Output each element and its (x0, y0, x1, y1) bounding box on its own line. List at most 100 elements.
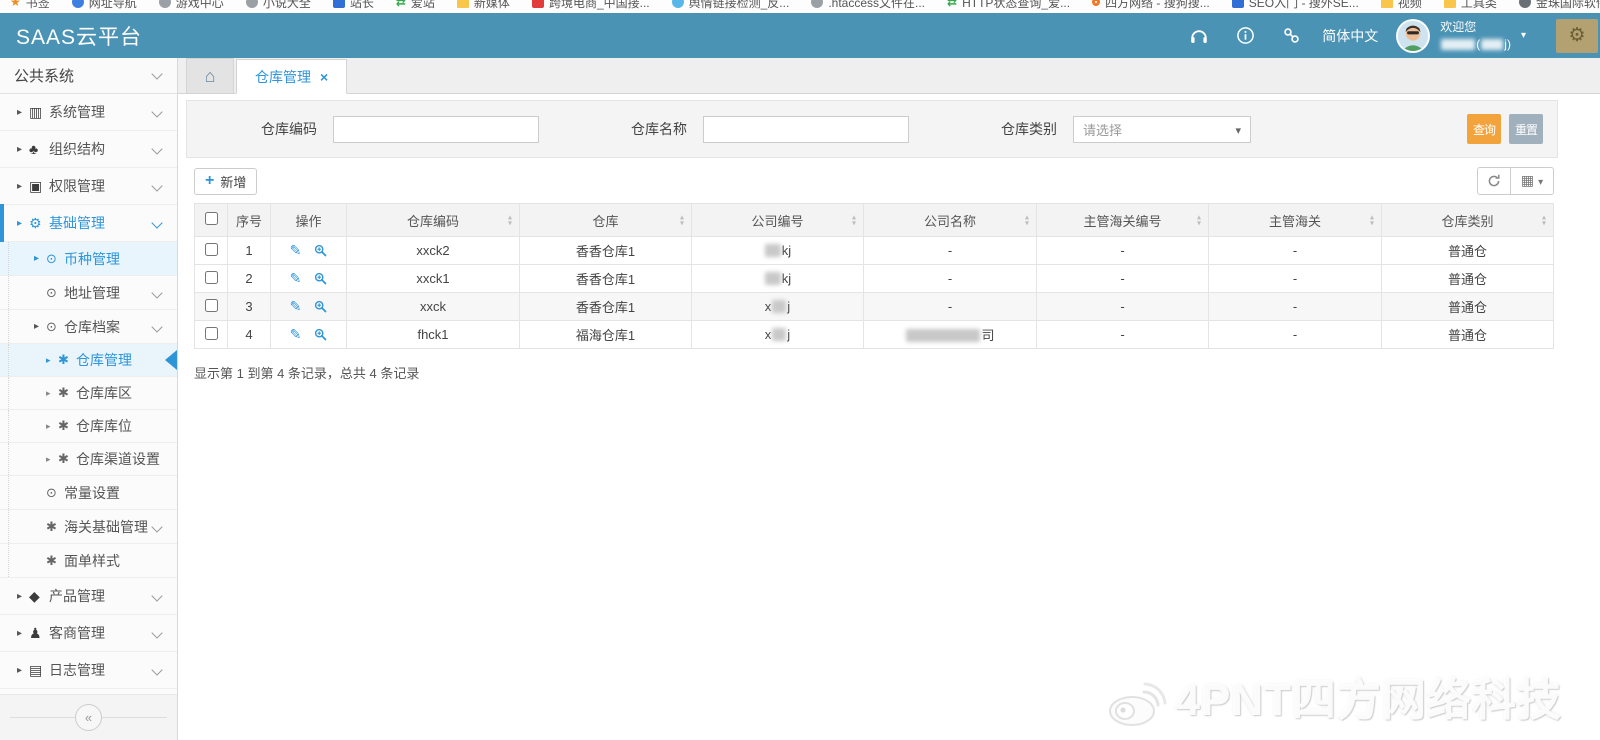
sidebar-item-label: 仓库库位 (76, 416, 132, 436)
bookmark-item[interactable]: 小说大全 (246, 0, 311, 11)
bookmark-item[interactable]: 站长 (333, 0, 374, 11)
row-checkbox[interactable] (205, 243, 218, 256)
warehouse-name-label: 仓库名称 (615, 119, 687, 139)
bookmark-label: HTTP状态查询_爱... (962, 0, 1070, 11)
col-warehouse-code[interactable]: 仓库编码 (347, 204, 520, 237)
sidebar-item-log-mgmt[interactable]: ▤日志管理 (0, 652, 177, 689)
sort-icon[interactable] (1025, 215, 1029, 226)
refresh-button[interactable] (1477, 167, 1511, 195)
edit-pencil-icon[interactable]: ✎ (290, 326, 302, 343)
sitemap-icon: ♣ (29, 141, 49, 157)
bookmark-item[interactable]: 游戏中心 (159, 0, 224, 11)
row-checkbox[interactable] (205, 299, 218, 312)
sidebar-panel-title[interactable]: 公共系统 (0, 58, 177, 94)
view-magnifier-icon[interactable] (314, 300, 327, 313)
blurred-text (906, 329, 980, 342)
view-magnifier-icon[interactable] (314, 244, 327, 257)
user-menu[interactable]: 欢迎您 (j) (1440, 19, 1511, 51)
row-checkbox-cell[interactable] (195, 237, 228, 265)
user-caret-icon[interactable]: ▾ (1521, 30, 1526, 41)
row-checkbox-cell[interactable] (195, 321, 228, 349)
tab-home[interactable] (186, 58, 234, 93)
sort-icon[interactable] (508, 215, 512, 226)
bookmark-item[interactable]: .htaccess文件在... (811, 0, 925, 11)
sidebar-item-warehouse-channel-settings[interactable]: ✱仓库渠道设置 (0, 443, 177, 476)
bookmark-item[interactable]: ⇄HTTP状态查询_爱... (947, 0, 1070, 11)
sidebar-item-permission-mgmt[interactable]: ▣权限管理 (0, 168, 177, 205)
bookmark-item[interactable]: 网址导航 (72, 0, 137, 11)
select-all-checkbox[interactable] (205, 212, 218, 225)
bookmark-item[interactable]: 跨境电商_中国接... (532, 0, 650, 11)
edit-pencil-icon[interactable]: ✎ (290, 270, 302, 287)
sidebar-item-currency-mgmt[interactable]: ⊙币种管理 (0, 242, 177, 276)
bookmark-item[interactable]: 金珠国际软件集团 (1519, 0, 1600, 11)
bookmark-item[interactable]: 视频 (1381, 0, 1422, 11)
select-all-checkbox-cell[interactable] (195, 204, 228, 237)
sidebar-item-basic-mgmt[interactable]: ⚙基础管理 (0, 205, 177, 242)
bookmark-item[interactable]: 新媒体 (457, 0, 510, 11)
col-warehouse[interactable]: 仓库 (520, 204, 692, 237)
sidebar-item-customer-mgmt[interactable]: ♟客商管理 (0, 615, 177, 652)
blurred-text (772, 300, 786, 313)
headset-icon[interactable] (1176, 13, 1222, 58)
warehouse-type-select[interactable]: 请选择 (1073, 116, 1251, 143)
sort-icon[interactable] (852, 215, 856, 226)
bookmark-item[interactable]: 四方网络 - 搜狗搜... (1092, 0, 1210, 11)
language-switch[interactable]: 简体中文 (1322, 26, 1378, 46)
seq-cell: 1 (228, 237, 271, 265)
sidebar-collapse-row (0, 694, 177, 740)
avatar[interactable] (1396, 19, 1430, 53)
warehouse-name-input[interactable] (703, 116, 909, 143)
sidebar-item-warehouse-location[interactable]: ✱仓库库位 (0, 410, 177, 443)
row-checkbox[interactable] (205, 327, 218, 340)
col-company-code[interactable]: 公司编号 (692, 204, 864, 237)
sidebar-item-product-mgmt[interactable]: ◆产品管理 (0, 578, 177, 615)
col-category[interactable]: 仓库类别 (1382, 204, 1554, 237)
asterisk-icon: ✱ (58, 352, 76, 368)
settings-gear-button[interactable] (1556, 19, 1598, 53)
sidebar-item-address-mgmt[interactable]: ⊙地址管理 (0, 276, 177, 310)
bookmark-item[interactable]: ★书签 (10, 0, 50, 11)
bookmark-item[interactable]: 工具类 (1444, 0, 1497, 11)
sidebar-collapse-button[interactable] (75, 704, 102, 731)
sort-icon[interactable] (680, 215, 684, 226)
col-customs[interactable]: 主管海关 (1209, 204, 1382, 237)
sidebar-item-warehouse-archive[interactable]: ⊙仓库档案 (0, 310, 177, 344)
link-icon[interactable] (1268, 13, 1314, 58)
search-button[interactable]: 查询 (1467, 114, 1501, 144)
edit-pencil-icon[interactable]: ✎ (290, 242, 302, 259)
row-checkbox-cell[interactable] (195, 293, 228, 321)
bookmark-label: SEO入门 - 搜外SE... (1249, 0, 1359, 11)
bookmark-item[interactable]: ⇄爱站 (396, 0, 435, 11)
sidebar-item-system-mgmt[interactable]: ▥系统管理 (0, 94, 177, 131)
sort-icon[interactable] (1197, 215, 1201, 226)
tab-warehouse-management[interactable]: 仓库管理 × (236, 59, 347, 94)
close-icon[interactable]: × (320, 69, 328, 85)
add-button[interactable]: 新增 (194, 168, 257, 195)
reset-button[interactable]: 重置 (1509, 114, 1543, 144)
sidebar-item-org-structure[interactable]: ♣组织结构 (0, 131, 177, 168)
warehouse-code-cell: xxck2 (347, 237, 520, 265)
globe-icon (246, 0, 258, 8)
col-customs-code[interactable]: 主管海关编号 (1037, 204, 1209, 237)
sort-icon[interactable] (1370, 215, 1374, 226)
sidebar-item-customs-basic-mgmt[interactable]: ✱海关基础管理 (0, 510, 177, 544)
sidebar-item-warehouse-mgmt[interactable]: ✱仓库管理 (0, 344, 177, 377)
view-magnifier-icon[interactable] (314, 328, 327, 341)
row-checkbox-cell[interactable] (195, 265, 228, 293)
col-company-name[interactable]: 公司名称 (864, 204, 1037, 237)
category-cell: 普通仓 (1382, 265, 1554, 293)
row-checkbox[interactable] (205, 271, 218, 284)
sidebar-item-label: 日志管理 (49, 660, 105, 680)
sort-icon[interactable] (1542, 215, 1546, 226)
sidebar-item-waybill-style[interactable]: ✱面单样式 (0, 544, 177, 578)
info-icon[interactable] (1222, 13, 1268, 58)
bookmark-item[interactable]: SEO入门 - 搜外SE... (1232, 0, 1359, 11)
view-magnifier-icon[interactable] (314, 272, 327, 285)
sidebar-item-constant-settings[interactable]: ⊙常量设置 (0, 476, 177, 510)
columns-button[interactable] (1510, 167, 1554, 195)
sidebar-item-warehouse-zone[interactable]: ✱仓库库区 (0, 377, 177, 410)
bookmark-item[interactable]: 舆情链接检测_反... (672, 0, 790, 11)
edit-pencil-icon[interactable]: ✎ (290, 298, 302, 315)
warehouse-code-input[interactable] (333, 116, 539, 143)
